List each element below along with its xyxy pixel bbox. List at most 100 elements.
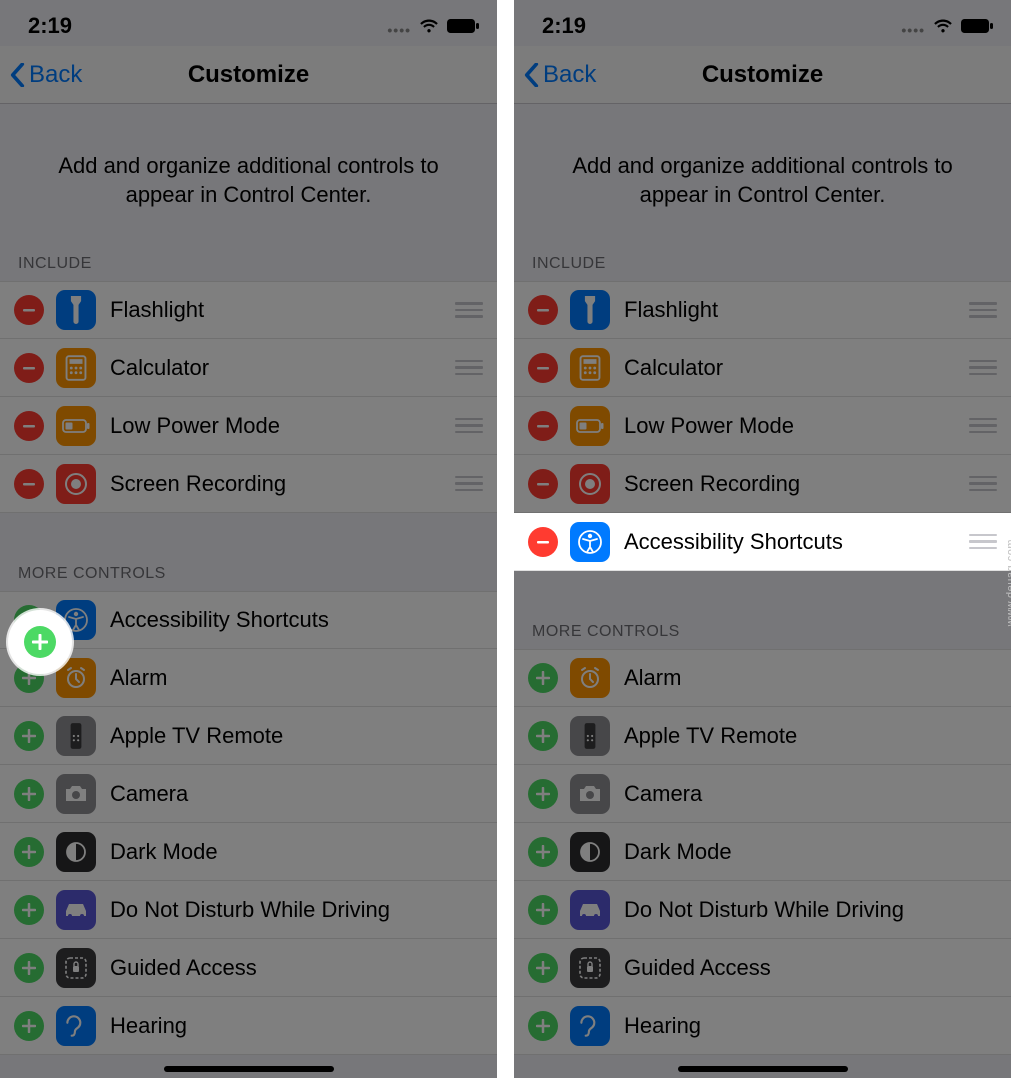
row-flashlight[interactable]: Flashlight: [0, 281, 497, 339]
row-calculator[interactable]: Calculator: [0, 339, 497, 397]
row-label: Accessibility Shortcuts: [110, 607, 483, 633]
flashlight-icon: [570, 290, 610, 330]
row-label: Alarm: [110, 665, 483, 691]
add-button[interactable]: [14, 721, 44, 751]
remove-button[interactable]: [528, 353, 558, 383]
row-label: Guided Access: [624, 955, 997, 981]
home-indicator[interactable]: [678, 1066, 848, 1072]
add-button[interactable]: [14, 895, 44, 925]
add-button[interactable]: [528, 779, 558, 809]
row-flashlight[interactable]: Flashlight: [514, 281, 1011, 339]
add-button[interactable]: [528, 837, 558, 867]
row-label: Screen Recording: [624, 471, 969, 497]
calculator-icon: [56, 348, 96, 388]
drag-handle-icon[interactable]: [969, 360, 997, 376]
row-guided[interactable]: Guided Access: [0, 939, 497, 997]
row-camera[interactable]: Camera: [514, 765, 1011, 823]
add-button[interactable]: [528, 1011, 558, 1041]
wifi-icon: [932, 18, 954, 34]
remove-button[interactable]: [14, 411, 44, 441]
appletv-remote-icon: [570, 716, 610, 756]
drag-handle-icon[interactable]: [969, 534, 997, 550]
row-hearing[interactable]: Hearing: [0, 997, 497, 1055]
add-button[interactable]: [14, 779, 44, 809]
row-hearing[interactable]: Hearing: [514, 997, 1011, 1055]
row-label: Apple TV Remote: [110, 723, 483, 749]
signal-dots-icon: ••••: [387, 22, 411, 38]
row-calculator[interactable]: Calculator: [514, 339, 1011, 397]
status-time: 2:19: [28, 13, 72, 39]
add-button[interactable]: [14, 1011, 44, 1041]
row-dnd-driving[interactable]: Do Not Disturb While Driving: [514, 881, 1011, 939]
row-darkmode[interactable]: Dark Mode: [514, 823, 1011, 881]
remove-button[interactable]: [14, 469, 44, 499]
lowpower-icon: [56, 406, 96, 446]
add-button[interactable]: [14, 837, 44, 867]
remove-button[interactable]: [14, 353, 44, 383]
back-button[interactable]: Back: [514, 61, 596, 89]
row-label: Alarm: [624, 665, 997, 691]
watermark-text: www.deuaq.com: [1005, 539, 1011, 626]
guidedaccess-icon: [570, 948, 610, 988]
add-button[interactable]: [528, 663, 558, 693]
nav-bar: Back Customize: [0, 46, 497, 104]
row-label: Camera: [110, 781, 483, 807]
car-icon: [56, 890, 96, 930]
row-dnd-driving[interactable]: Do Not Disturb While Driving: [0, 881, 497, 939]
nav-bar: Back Customize: [514, 46, 1011, 104]
chevron-left-icon: [524, 63, 539, 87]
remove-button[interactable]: [528, 411, 558, 441]
add-button[interactable]: [528, 721, 558, 751]
drag-handle-icon[interactable]: [969, 476, 997, 492]
row-label: Low Power Mode: [110, 413, 455, 439]
row-lowpower[interactable]: Low Power Mode: [0, 397, 497, 455]
add-button[interactable]: [528, 953, 558, 983]
row-lowpower[interactable]: Low Power Mode: [514, 397, 1011, 455]
appletv-remote-icon: [56, 716, 96, 756]
home-indicator[interactable]: [164, 1066, 334, 1072]
row-screenrec[interactable]: Screen Recording: [0, 455, 497, 513]
chevron-left-icon: [10, 63, 25, 87]
wifi-icon: [418, 18, 440, 34]
back-button[interactable]: Back: [0, 61, 82, 89]
row-guided[interactable]: Guided Access: [514, 939, 1011, 997]
section-header-more: MORE CONTROLS: [0, 555, 497, 591]
highlight-spotlight: [8, 610, 72, 674]
row-alarm[interactable]: Alarm: [0, 649, 497, 707]
row-accessibility[interactable]: Accessibility Shortcuts: [0, 591, 497, 649]
row-label: Hearing: [110, 1013, 483, 1039]
battery-icon: [447, 19, 479, 33]
row-label: Guided Access: [110, 955, 483, 981]
alarm-icon: [570, 658, 610, 698]
drag-handle-icon[interactable]: [969, 302, 997, 318]
drag-handle-icon[interactable]: [455, 418, 483, 434]
drag-handle-icon[interactable]: [969, 418, 997, 434]
remove-button[interactable]: [528, 295, 558, 325]
row-camera[interactable]: Camera: [0, 765, 497, 823]
lowpower-icon: [570, 406, 610, 446]
drag-handle-icon[interactable]: [455, 302, 483, 318]
camera-icon: [570, 774, 610, 814]
add-button[interactable]: [528, 895, 558, 925]
row-label: Screen Recording: [110, 471, 455, 497]
darkmode-icon: [56, 832, 96, 872]
row-appletv[interactable]: Apple TV Remote: [0, 707, 497, 765]
hearing-icon: [56, 1006, 96, 1046]
row-screenrec[interactable]: Screen Recording: [514, 455, 1011, 513]
add-button-highlighted[interactable]: [24, 626, 56, 658]
remove-button[interactable]: [14, 295, 44, 325]
accessibility-icon: [570, 522, 610, 562]
add-button[interactable]: [14, 953, 44, 983]
row-label: Dark Mode: [110, 839, 483, 865]
row-accessibility-highlighted[interactable]: Accessibility Shortcuts: [514, 513, 1011, 571]
hearing-icon: [570, 1006, 610, 1046]
remove-button[interactable]: [528, 527, 558, 557]
back-label: Back: [543, 61, 596, 89]
row-darkmode[interactable]: Dark Mode: [0, 823, 497, 881]
row-appletv[interactable]: Apple TV Remote: [514, 707, 1011, 765]
row-alarm[interactable]: Alarm: [514, 649, 1011, 707]
drag-handle-icon[interactable]: [455, 476, 483, 492]
drag-handle-icon[interactable]: [455, 360, 483, 376]
remove-button[interactable]: [528, 469, 558, 499]
back-label: Back: [29, 61, 82, 89]
